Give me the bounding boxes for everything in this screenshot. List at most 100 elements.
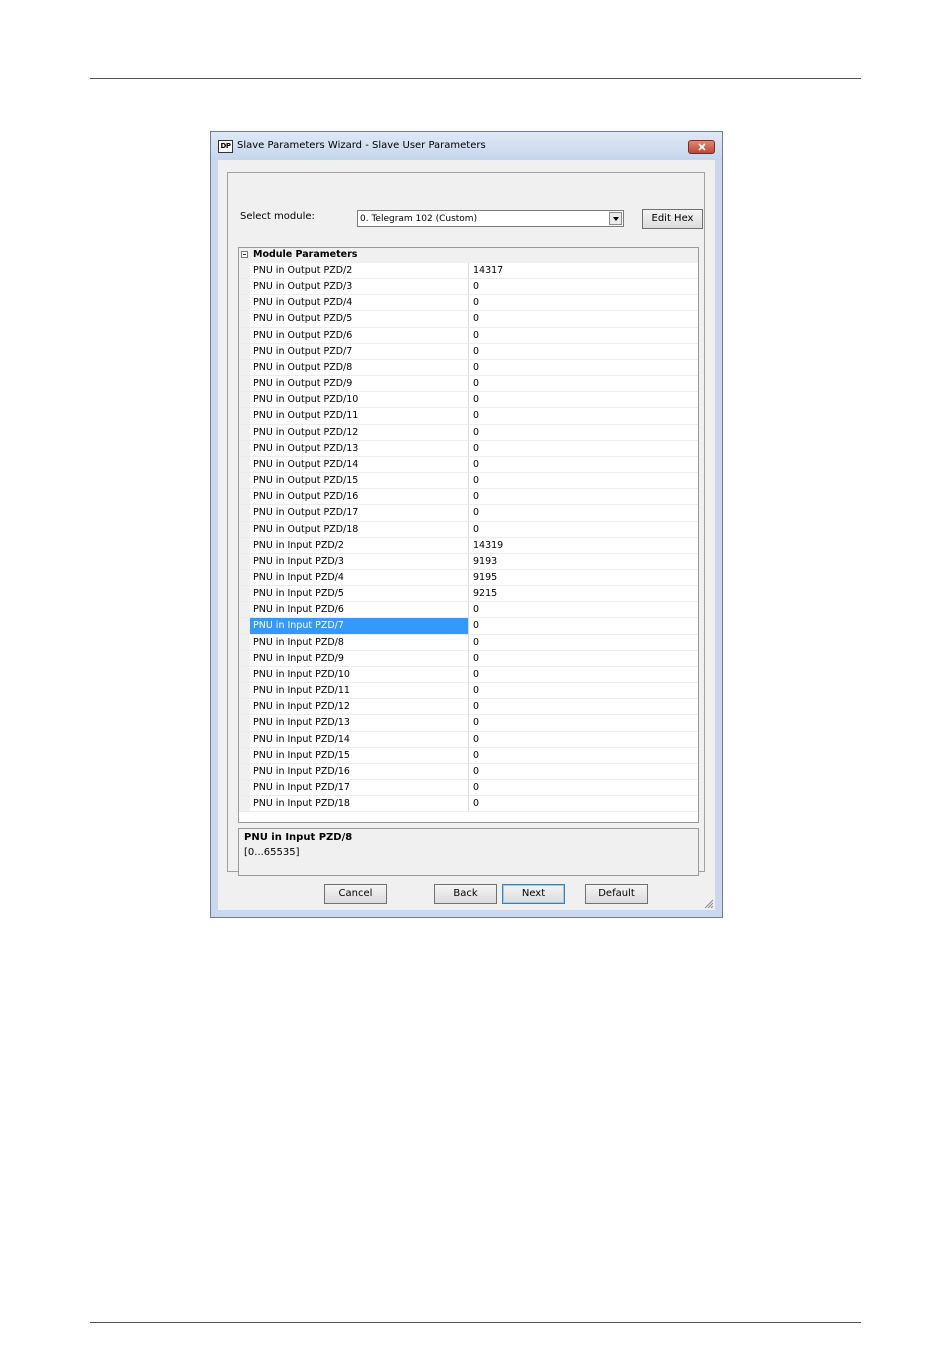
table-row[interactable]: PNU in Output PZD/8 0 (239, 359, 698, 377)
parameter-value-cell[interactable]: 0 (470, 279, 698, 294)
parameter-value-cell[interactable]: 14319 (470, 538, 698, 553)
parameter-name-cell[interactable]: PNU in Output PZD/11 (250, 408, 469, 424)
parameter-name-cell[interactable]: PNU in Output PZD/16 (250, 489, 469, 505)
parameter-name-cell[interactable]: PNU in Input PZD/5 (250, 586, 469, 602)
table-row[interactable]: PNU in Input PZD/12 0 (239, 699, 698, 716)
parameter-value-cell[interactable]: 0 (470, 683, 698, 698)
parameter-value-cell[interactable]: 0 (470, 441, 698, 456)
parameter-value-cell[interactable]: 0 (470, 311, 698, 326)
resize-grip-icon[interactable] (703, 898, 714, 909)
parameter-value-cell[interactable]: 0 (470, 489, 698, 504)
parameter-name-cell[interactable]: PNU in Input PZD/17 (250, 780, 469, 796)
parameter-name-cell[interactable]: PNU in Input PZD/11 (250, 683, 469, 699)
parameter-name-cell[interactable]: PNU in Output PZD/15 (250, 473, 469, 489)
parameter-name-cell[interactable]: PNU in Output PZD/9 (250, 376, 469, 392)
parameter-value-cell[interactable]: 0 (470, 635, 698, 650)
parameter-value-cell[interactable]: 0 (470, 425, 698, 440)
table-row[interactable]: PNU in Output PZD/18 0 (239, 521, 698, 538)
parameter-value-cell[interactable]: 0 (470, 376, 698, 391)
parameter-value-cell[interactable]: 0 (470, 667, 698, 682)
parameter-value-cell[interactable]: 0 (470, 522, 698, 537)
parameter-name-cell[interactable]: PNU in Output PZD/13 (250, 440, 469, 456)
parameter-value-cell[interactable]: 9195 (470, 570, 698, 585)
table-row[interactable]: PNU in Input PZD/18 0 (239, 796, 698, 813)
collapse-icon[interactable] (241, 251, 248, 258)
table-row[interactable]: PNU in Input PZD/13 0 (239, 715, 698, 732)
parameter-name-cell[interactable]: PNU in Output PZD/7 (250, 343, 469, 359)
parameter-value-cell[interactable]: 14317 (470, 263, 698, 278)
parameter-name-cell[interactable]: PNU in Output PZD/12 (250, 424, 469, 440)
category-row[interactable]: Module Parameters (239, 248, 698, 263)
parameter-value-cell[interactable]: 9215 (470, 586, 698, 601)
parameter-value-cell[interactable]: 0 (470, 602, 698, 617)
table-row[interactable]: PNU in Input PZD/6 0 (239, 602, 698, 619)
parameter-value-cell[interactable]: 0 (470, 457, 698, 472)
table-row[interactable]: PNU in Input PZD/3 9193 (239, 553, 698, 570)
parameter-value-cell[interactable]: 0 (470, 732, 698, 747)
table-row[interactable]: PNU in Output PZD/5 0 (239, 311, 698, 328)
title-bar[interactable]: DP Slave Parameters Wizard - Slave User … (211, 132, 722, 160)
table-row[interactable]: PNU in Input PZD/8 0 (239, 634, 698, 651)
parameter-value-cell[interactable]: 0 (470, 344, 698, 359)
parameter-name-cell[interactable]: PNU in Input PZD/6 (250, 602, 469, 618)
parameter-value-cell[interactable]: 0 (470, 699, 698, 714)
parameter-name-cell[interactable]: PNU in Output PZD/5 (250, 311, 469, 327)
parameter-value-cell[interactable]: 0 (470, 408, 698, 423)
parameter-name-cell[interactable]: PNU in Output PZD/4 (250, 295, 469, 311)
parameter-name-cell[interactable]: PNU in Input PZD/7 (250, 618, 469, 634)
parameter-value-cell[interactable]: 0 (470, 715, 698, 730)
parameter-name-cell[interactable]: PNU in Input PZD/3 (250, 553, 469, 569)
parameter-value-cell[interactable]: 9193 (470, 554, 698, 569)
table-row[interactable]: PNU in Output PZD/16 0 (239, 489, 698, 506)
parameter-value-cell[interactable]: 0 (470, 328, 698, 343)
table-row[interactable]: PNU in Output PZD/17 0 (239, 505, 698, 522)
parameter-value-cell[interactable]: 0 (470, 780, 698, 795)
table-row[interactable]: PNU in Output PZD/14 0 (239, 456, 698, 474)
parameter-value-cell[interactable]: 0 (470, 618, 698, 633)
parameter-value-cell[interactable]: 0 (470, 796, 698, 811)
parameter-value-cell[interactable]: 0 (470, 473, 698, 488)
table-row[interactable]: PNU in Output PZD/11 0 (239, 408, 698, 425)
table-row[interactable]: PNU in Input PZD/5 9215 (239, 586, 698, 603)
parameter-name-cell[interactable]: PNU in Output PZD/2 (250, 263, 469, 279)
parameter-name-cell[interactable]: PNU in Input PZD/14 (250, 731, 469, 747)
parameter-name-cell[interactable]: PNU in Input PZD/8 (250, 634, 469, 650)
table-row[interactable]: PNU in Input PZD/11 0 (239, 683, 698, 700)
parameter-name-cell[interactable]: PNU in Input PZD/15 (250, 747, 469, 763)
table-row[interactable]: PNU in Input PZD/9 0 (239, 650, 698, 667)
table-row[interactable]: PNU in Input PZD/7 0 (239, 618, 698, 635)
parameter-name-cell[interactable]: PNU in Output PZD/17 (250, 505, 469, 521)
parameter-value-cell[interactable]: 0 (470, 651, 698, 666)
table-row[interactable]: PNU in Input PZD/14 0 (239, 731, 698, 748)
parameter-name-cell[interactable]: PNU in Input PZD/12 (250, 699, 469, 715)
edit-hex-button[interactable]: Edit Hex (642, 209, 703, 229)
table-row[interactable]: PNU in Output PZD/3 0 (239, 279, 698, 296)
table-row[interactable]: PNU in Input PZD/16 0 (239, 763, 698, 780)
parameter-name-cell[interactable]: PNU in Input PZD/16 (250, 763, 469, 779)
table-row[interactable]: PNU in Output PZD/15 0 (239, 473, 698, 490)
parameter-name-cell[interactable]: PNU in Output PZD/14 (250, 456, 469, 473)
module-select[interactable]: 0. Telegram 102 (Custom) (357, 210, 624, 227)
table-row[interactable]: PNU in Output PZD/12 0 (239, 424, 698, 441)
parameter-value-cell[interactable]: 0 (470, 764, 698, 779)
parameter-value-cell[interactable]: 0 (470, 505, 698, 520)
table-row[interactable]: PNU in Output PZD/7 0 (239, 343, 698, 360)
table-row[interactable]: PNU in Output PZD/2 14317 (239, 263, 698, 280)
parameter-name-cell[interactable]: PNU in Output PZD/18 (250, 521, 469, 537)
table-row[interactable]: PNU in Output PZD/13 0 (239, 440, 698, 457)
cancel-button[interactable]: Cancel (324, 884, 387, 904)
parameter-name-cell[interactable]: PNU in Output PZD/10 (250, 392, 469, 408)
table-row[interactable]: PNU in Input PZD/17 0 (239, 780, 698, 797)
default-button[interactable]: Default (585, 884, 648, 904)
parameter-name-cell[interactable]: PNU in Input PZD/2 (250, 537, 469, 553)
parameter-name-cell[interactable]: PNU in Output PZD/6 (250, 327, 469, 343)
table-row[interactable]: PNU in Output PZD/6 0 (239, 327, 698, 344)
parameter-name-cell[interactable]: PNU in Input PZD/9 (250, 650, 469, 666)
parameter-name-cell[interactable]: PNU in Input PZD/13 (250, 715, 469, 731)
back-button[interactable]: Back (434, 884, 497, 904)
parameter-value-cell[interactable]: 0 (470, 295, 698, 310)
table-row[interactable]: PNU in Output PZD/9 0 (239, 376, 698, 393)
close-button[interactable] (688, 140, 715, 154)
table-row[interactable]: PNU in Input PZD/15 0 (239, 747, 698, 764)
parameter-value-cell[interactable]: 0 (470, 360, 698, 375)
